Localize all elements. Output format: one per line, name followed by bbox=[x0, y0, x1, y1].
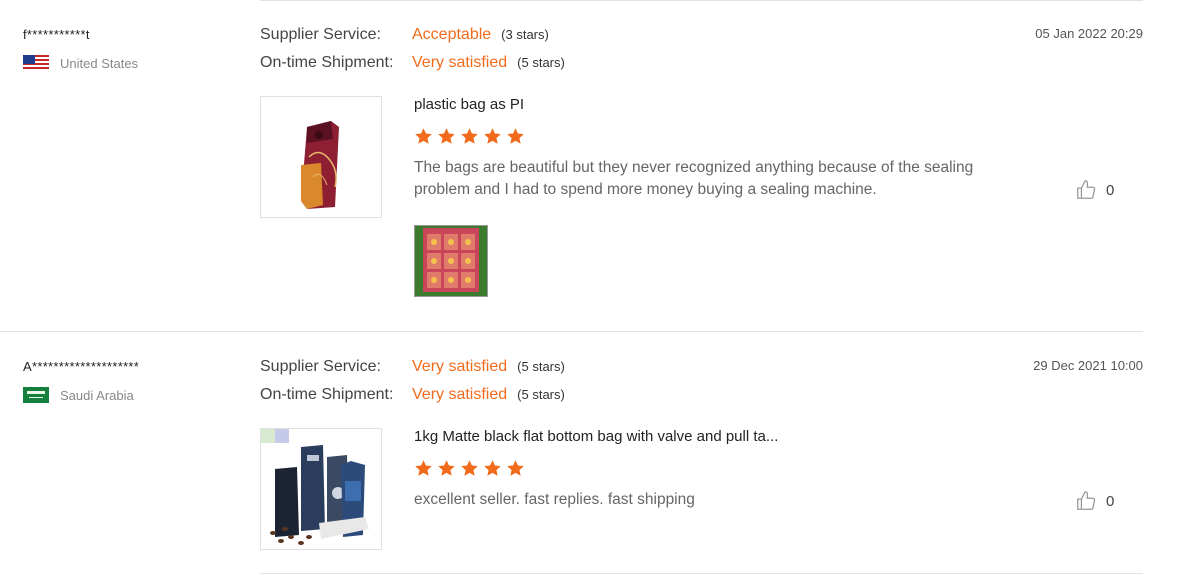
star-icon bbox=[507, 128, 524, 144]
review-text: The bags are beautiful but they never re… bbox=[414, 159, 974, 198]
rating-value: Acceptable bbox=[412, 26, 492, 43]
like-count: 0 bbox=[1106, 492, 1115, 510]
rating-label: Supplier Service: bbox=[260, 26, 381, 43]
star-icon bbox=[461, 460, 478, 476]
thumbs-up-icon bbox=[1077, 491, 1096, 510]
supplier-service-rating: Supplier Service: Very satisfied (5 star… bbox=[260, 358, 565, 376]
review-item: f***********t United States Supplier Ser… bbox=[0, 0, 1200, 332]
rating-stars-text: (5 stars) bbox=[517, 387, 565, 402]
review-date: 05 Jan 2022 20:29 bbox=[1035, 26, 1143, 41]
like-button[interactable]: 0 bbox=[1075, 179, 1114, 201]
star-icon bbox=[438, 460, 455, 476]
rating-value: Very satisfied bbox=[412, 386, 508, 403]
thumbs-up-icon bbox=[1077, 180, 1096, 199]
product-star-rating bbox=[414, 459, 525, 478]
star-icon bbox=[415, 128, 432, 144]
star-icon bbox=[461, 128, 478, 144]
product-title[interactable]: 1kg Matte black flat bottom bag with val… bbox=[414, 428, 778, 445]
reviewer-country: United States bbox=[23, 55, 138, 71]
product-thumbnail[interactable] bbox=[260, 428, 382, 550]
ontime-shipment-rating: On-time Shipment: Very satisfied (5 star… bbox=[260, 54, 565, 72]
rating-stars-text: (5 stars) bbox=[517, 55, 565, 70]
star-icon bbox=[507, 460, 524, 476]
saudi-flag-icon bbox=[23, 387, 49, 403]
reviewer-country: Saudi Arabia bbox=[23, 387, 134, 403]
like-button[interactable]: 0 bbox=[1075, 490, 1114, 512]
star-icon bbox=[438, 128, 455, 144]
review-text: excellent seller. fast replies. fast shi… bbox=[414, 491, 695, 508]
star-icon bbox=[484, 460, 501, 476]
rating-label: Supplier Service: bbox=[260, 358, 381, 375]
rating-label: On-time Shipment: bbox=[260, 54, 394, 71]
review-date: 29 Dec 2021 10:00 bbox=[1033, 358, 1143, 373]
reviewer-name: f***********t bbox=[23, 27, 90, 42]
review-item: A******************** Saudi Arabia Suppl… bbox=[0, 332, 1200, 576]
rating-stars-text: (3 stars) bbox=[501, 27, 549, 42]
product-title[interactable]: plastic bag as PI bbox=[414, 96, 524, 113]
star-icon bbox=[415, 460, 432, 476]
rating-label: On-time Shipment: bbox=[260, 386, 394, 403]
supplier-service-rating: Supplier Service: Acceptable (3 stars) bbox=[260, 26, 549, 44]
product-thumbnail[interactable] bbox=[260, 96, 382, 218]
rating-value: Very satisfied bbox=[412, 358, 508, 375]
rating-value: Very satisfied bbox=[412, 54, 508, 71]
product-star-rating bbox=[414, 127, 525, 146]
ontime-shipment-rating: On-time Shipment: Very satisfied (5 star… bbox=[260, 386, 565, 404]
rating-stars-text: (5 stars) bbox=[517, 359, 565, 374]
country-label: United States bbox=[60, 55, 139, 71]
country-label: Saudi Arabia bbox=[60, 387, 134, 403]
like-count: 0 bbox=[1106, 181, 1115, 199]
reviewer-name: A******************** bbox=[23, 359, 140, 374]
us-flag-icon bbox=[23, 55, 49, 71]
review-divider bbox=[260, 573, 1143, 574]
star-icon bbox=[484, 128, 501, 144]
review-photo[interactable] bbox=[414, 225, 488, 297]
